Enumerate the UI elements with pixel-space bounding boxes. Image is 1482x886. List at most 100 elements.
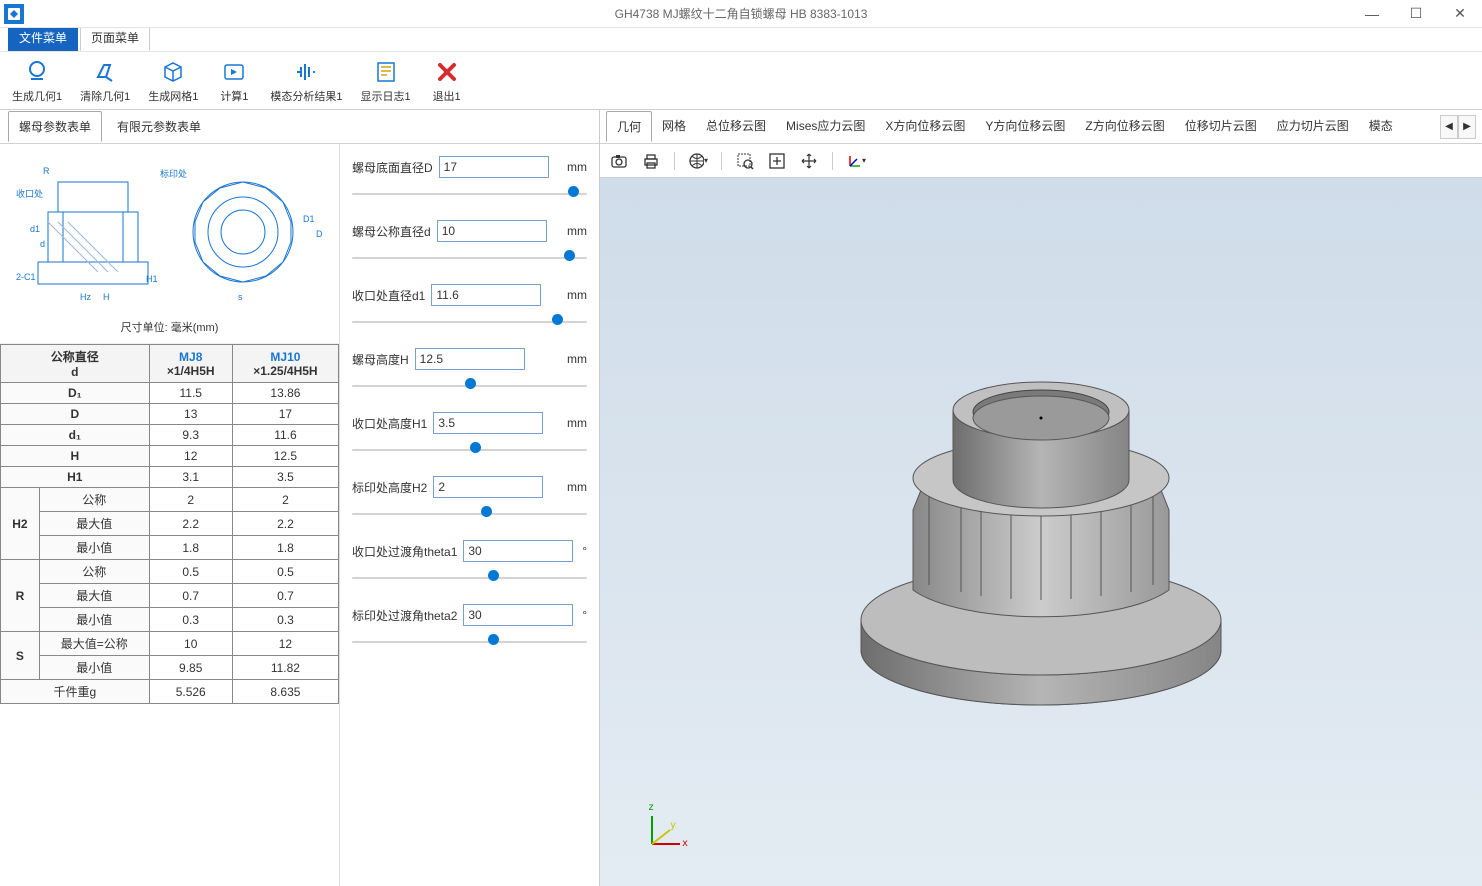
param-label: 螺母底面直径D <box>352 159 433 176</box>
camera-icon[interactable] <box>608 150 630 172</box>
svg-text:d: d <box>40 239 45 249</box>
param-unit: mm <box>567 416 587 430</box>
param-input-4[interactable] <box>433 412 543 434</box>
svg-text:收口处: 收口处 <box>16 188 43 199</box>
table-row: 最大值0.70.7 <box>1 584 339 608</box>
param-slider-1[interactable] <box>352 254 587 262</box>
view-tab-0[interactable]: 几何 <box>606 111 652 142</box>
param-unit: mm <box>567 352 587 366</box>
ribbon-clear-geometry[interactable]: 清除几何1 <box>74 56 136 106</box>
param-label: 标印处过渡角theta2 <box>352 607 457 624</box>
ribbon-compute[interactable]: 计算1 <box>210 56 258 106</box>
param-input-7[interactable] <box>463 604 573 626</box>
param-row: 标印处高度H2 mm <box>352 476 587 518</box>
tab-nut-params[interactable]: 螺母参数表单 <box>8 111 102 142</box>
ribbon-exit[interactable]: 退出1 <box>423 56 471 106</box>
param-row: 收口处过渡角theta1 ° <box>352 540 587 582</box>
param-input-3[interactable] <box>415 348 525 370</box>
svg-text:d1: d1 <box>30 224 40 234</box>
tab-page-menu[interactable]: 页面菜单 <box>80 24 150 51</box>
param-label: 螺母公称直径d <box>352 223 431 240</box>
param-label: 标印处高度H2 <box>352 479 427 496</box>
print-icon[interactable] <box>640 150 662 172</box>
fit-view-icon[interactable] <box>766 150 788 172</box>
3d-viewport[interactable]: z y x <box>600 178 1482 886</box>
param-row: 收口处直径d1 mm <box>352 284 587 326</box>
modal-result-icon <box>292 58 320 86</box>
parameter-form: 螺母底面直径D mm 螺母公称直径d mm 收口处直径d1 mm <box>340 144 599 886</box>
table-row: R公称0.50.5 <box>1 560 339 584</box>
svg-text:2-C1: 2-C1 <box>16 272 36 282</box>
pan-icon[interactable] <box>798 150 820 172</box>
spec-table: 公称直径d MJ8×1/4H5H MJ10×1.25/4H5H D₁11.513… <box>0 344 339 886</box>
ribbon-gen-mesh[interactable]: 生成网格1 <box>142 56 204 106</box>
view-tab-8[interactable]: 应力切片云图 <box>1267 111 1359 142</box>
param-row: 螺母高度H mm <box>352 348 587 390</box>
param-slider-3[interactable] <box>352 382 587 390</box>
param-slider-2[interactable] <box>352 318 587 326</box>
view-tab-6[interactable]: Z方向位移云图 <box>1075 111 1174 142</box>
svg-text:R: R <box>43 166 50 176</box>
view-tab-1[interactable]: 网格 <box>652 111 696 142</box>
param-row: 标印处过渡角theta2 ° <box>352 604 587 646</box>
exit-icon <box>433 58 461 86</box>
param-unit: mm <box>567 480 587 494</box>
view-tab-9[interactable]: 模态 <box>1359 111 1403 142</box>
close-button[interactable]: ✕ <box>1438 0 1482 28</box>
svg-text:D: D <box>316 229 323 239</box>
view-tab-7[interactable]: 位移切片云图 <box>1175 111 1267 142</box>
view-tab-5[interactable]: Y方向位移云图 <box>975 111 1075 142</box>
param-row: 收口处高度H1 mm <box>352 412 587 454</box>
view-tabs: 几何网格总位移云图Mises应力云图X方向位移云图Y方向位移云图Z方向位移云图位… <box>600 110 1482 144</box>
ribbon-gen-geometry[interactable]: 生成几何1 <box>6 56 68 106</box>
param-slider-7[interactable] <box>352 638 587 646</box>
axis-toggle-icon[interactable]: ▾ <box>845 150 867 172</box>
globe-icon[interactable]: ▾ <box>687 150 709 172</box>
main-area: 螺母参数表单 有限元参数表单 <box>0 110 1482 886</box>
param-slider-4[interactable] <box>352 446 587 454</box>
param-unit: mm <box>567 224 587 238</box>
svg-text:标印处: 标印处 <box>160 168 187 179</box>
ribbon-show-log[interactable]: 显示日志1 <box>355 56 417 106</box>
maximize-button[interactable]: ☐ <box>1394 0 1438 28</box>
param-input-5[interactable] <box>433 476 543 498</box>
right-pane: 几何网格总位移云图Mises应力云图X方向位移云图Y方向位移云图Z方向位移云图位… <box>600 110 1482 886</box>
param-input-6[interactable] <box>463 540 573 562</box>
param-unit: ° <box>582 544 587 558</box>
param-input-1[interactable] <box>437 220 547 242</box>
param-input-0[interactable] <box>439 156 549 178</box>
minimize-button[interactable]: — <box>1350 0 1394 28</box>
schematic-caption: 尺寸单位: 毫米(mm) <box>121 319 219 335</box>
svg-text:s: s <box>238 292 243 302</box>
table-row: 最大值2.22.2 <box>1 512 339 536</box>
table-row: H13.13.5 <box>1 467 339 488</box>
view-tab-3[interactable]: Mises应力云图 <box>776 111 875 142</box>
param-unit: mm <box>567 160 587 174</box>
clear-geometry-icon <box>91 58 119 86</box>
zoom-area-icon[interactable] <box>734 150 756 172</box>
param-slider-0[interactable] <box>352 190 587 198</box>
param-slider-5[interactable] <box>352 510 587 518</box>
param-input-2[interactable] <box>431 284 541 306</box>
window-title: GH4738 MJ螺纹十二角自锁螺母 HB 8383-1013 <box>615 5 868 22</box>
gen-geometry-icon <box>23 58 51 86</box>
tab-file-menu[interactable]: 文件菜单 <box>8 24 78 51</box>
title-bar: GH4738 MJ螺纹十二角自锁螺母 HB 8383-1013 — ☐ ✕ <box>0 0 1482 28</box>
schematic-diagram: R 标印处 收口处 d1 d 2-C1 Hz H H1 s D1 <box>0 144 339 344</box>
table-row: 千件重g5.5268.635 <box>1 680 339 704</box>
left-tabs: 螺母参数表单 有限元参数表单 <box>0 110 599 144</box>
ribbon-modal-result[interactable]: 模态分析结果1 <box>264 56 348 106</box>
svg-text:Hz: Hz <box>80 292 91 302</box>
tab-fem-params[interactable]: 有限元参数表单 <box>106 111 212 142</box>
axis-gizmo: z y x <box>640 806 690 856</box>
table-row: 最小值9.8511.82 <box>1 656 339 680</box>
tab-scroll-left[interactable]: ◀ <box>1440 115 1458 139</box>
view-tab-4[interactable]: X方向位移云图 <box>875 111 975 142</box>
param-row: 螺母底面直径D mm <box>352 156 587 198</box>
param-unit: ° <box>582 608 587 622</box>
tab-scroll-right[interactable]: ▶ <box>1458 115 1476 139</box>
left-pane: 螺母参数表单 有限元参数表单 <box>0 110 600 886</box>
view-tab-2[interactable]: 总位移云图 <box>696 111 776 142</box>
param-slider-6[interactable] <box>352 574 587 582</box>
param-label: 收口处直径d1 <box>352 287 425 304</box>
